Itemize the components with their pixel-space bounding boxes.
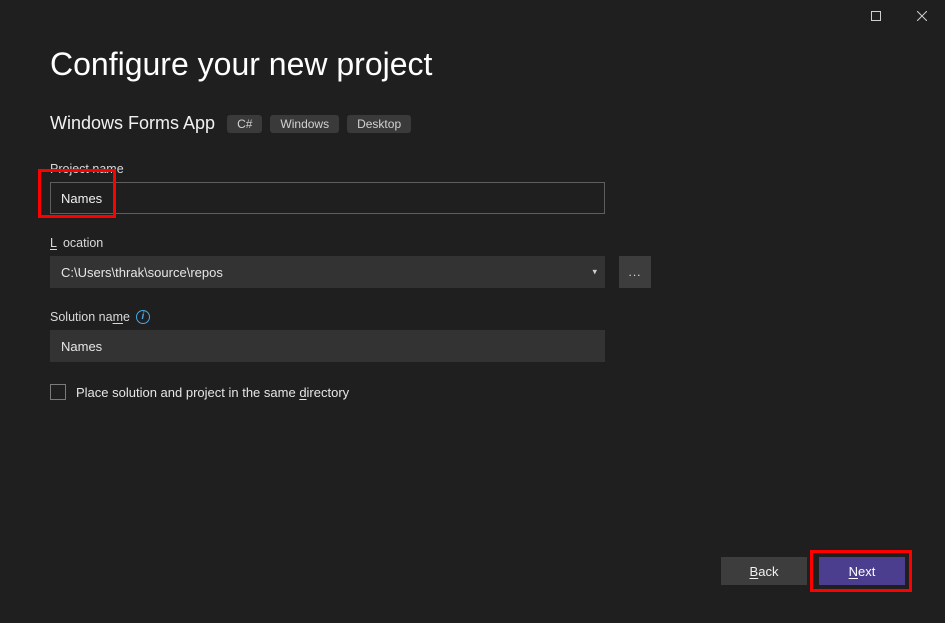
- project-name-input[interactable]: [50, 182, 605, 214]
- back-button[interactable]: Back: [721, 557, 807, 585]
- template-name: Windows Forms App: [50, 113, 215, 134]
- location-group: Location ▾ ...: [50, 236, 895, 288]
- template-header: Windows Forms App C# Windows Desktop: [50, 113, 895, 134]
- same-directory-label: Place solution and project in the same d…: [76, 385, 349, 400]
- window-titlebar: [0, 0, 945, 32]
- project-name-label: Project name: [50, 162, 895, 176]
- location-select[interactable]: ▾: [50, 256, 605, 288]
- close-icon: [917, 11, 927, 21]
- location-row: ▾ ...: [50, 256, 895, 288]
- template-tag: Windows: [270, 115, 339, 133]
- page-title: Configure your new project: [50, 46, 895, 83]
- footer-buttons: Back Next: [721, 557, 905, 585]
- template-tag: C#: [227, 115, 262, 133]
- maximize-icon: [871, 11, 881, 21]
- location-input[interactable]: [50, 256, 605, 288]
- solution-name-input[interactable]: Names: [50, 330, 605, 362]
- info-icon[interactable]: i: [136, 310, 150, 324]
- solution-name-label: Solution name i: [50, 310, 895, 324]
- window-close-button[interactable]: [899, 0, 945, 32]
- project-name-group: Project name: [50, 162, 895, 214]
- template-tags: C# Windows Desktop: [227, 115, 411, 133]
- solution-name-group: Solution name i Names: [50, 310, 895, 362]
- same-directory-row: Place solution and project in the same d…: [50, 384, 895, 400]
- next-button[interactable]: Next: [819, 557, 905, 585]
- template-tag: Desktop: [347, 115, 411, 133]
- main-content: Configure your new project Windows Forms…: [50, 40, 895, 563]
- same-directory-checkbox[interactable]: [50, 384, 66, 400]
- window-maximize-button[interactable]: [853, 0, 899, 32]
- location-label: Location: [50, 236, 895, 250]
- browse-button[interactable]: ...: [619, 256, 651, 288]
